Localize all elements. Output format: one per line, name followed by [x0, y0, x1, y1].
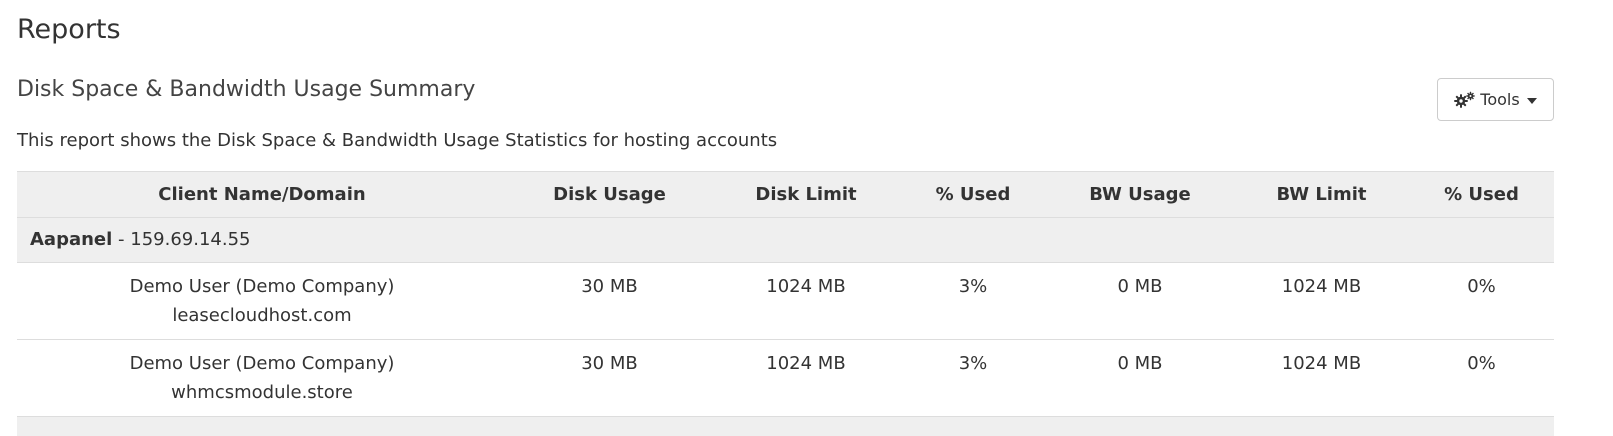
disk-limit-cell: 1024 MB [712, 339, 900, 417]
server-group-row: Aapanel - 159.69.14.55 [17, 217, 1554, 263]
server-ip: 159.69.14.55 [130, 229, 251, 250]
server-group-cell: Aapanel - 159.69.14.55 [17, 217, 1554, 263]
disk-usage-cell: 30 MB [507, 339, 712, 417]
column-header-disk-limit: Disk Limit [712, 171, 900, 218]
server-separator: - [112, 229, 131, 250]
bw-limit-cell: 1024 MB [1234, 262, 1409, 340]
tools-dropdown-button[interactable]: Tools [1437, 78, 1554, 121]
disk-percent-used-cell: 3% [900, 339, 1046, 417]
bw-usage-cell: 0 MB [1046, 262, 1234, 340]
report-description: This report shows the Disk Space & Bandw… [17, 130, 778, 151]
column-header-disk-percent-used: % Used [900, 171, 1046, 218]
client-domain-cell: Demo User (Demo Company) leasecloudhost.… [17, 262, 507, 340]
bw-limit-cell: 1024 MB [1234, 339, 1409, 417]
table-footer-cell [17, 416, 1554, 436]
disk-limit-cell: 1024 MB [712, 262, 900, 340]
domain-name: whmcsmodule.store [171, 382, 353, 403]
bw-percent-used-cell: 0% [1409, 339, 1554, 417]
disk-percent-used-cell: 3% [900, 262, 1046, 340]
column-header-client: Client Name/Domain [17, 171, 507, 218]
client-domain-cell: Demo User (Demo Company) whmcsmodule.sto… [17, 339, 507, 417]
report-title: Disk Space & Bandwidth Usage Summary [17, 77, 476, 102]
reports-page: Reports Disk Space & Bandwidth Usage Sum… [0, 0, 1613, 436]
gears-icon [1454, 91, 1476, 109]
tools-button-label: Tools [1480, 90, 1520, 109]
bw-percent-used-cell: 0% [1409, 262, 1554, 340]
table-footer-row [17, 416, 1554, 436]
bw-usage-cell: 0 MB [1046, 339, 1234, 417]
table-row: Demo User (Demo Company) leasecloudhost.… [17, 262, 1554, 340]
column-header-bw-usage: BW Usage [1046, 171, 1234, 218]
column-header-bw-limit: BW Limit [1234, 171, 1409, 218]
page-title: Reports [17, 14, 121, 45]
table-row: Demo User (Demo Company) whmcsmodule.sto… [17, 339, 1554, 417]
server-name: Aapanel [30, 229, 113, 250]
domain-name: leasecloudhost.com [172, 305, 352, 326]
usage-table: Client Name/Domain Disk Usage Disk Limit… [17, 171, 1554, 436]
column-header-bw-percent-used: % Used [1409, 171, 1554, 218]
column-header-disk-usage: Disk Usage [507, 171, 712, 218]
client-name: Demo User (Demo Company) [129, 353, 395, 374]
client-name: Demo User (Demo Company) [129, 276, 395, 297]
disk-usage-cell: 30 MB [507, 262, 712, 340]
table-header-row: Client Name/Domain Disk Usage Disk Limit… [17, 171, 1554, 218]
caret-down-icon [1526, 97, 1537, 104]
